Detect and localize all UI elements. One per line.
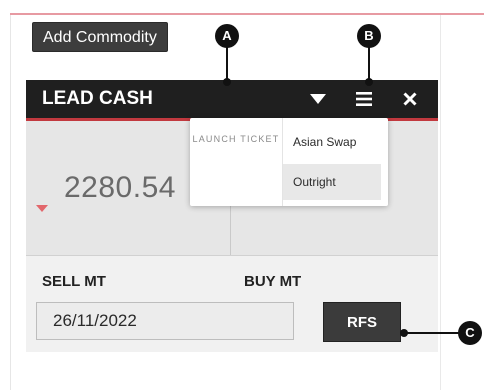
widget-titlebar: LEAD CASH <box>26 80 438 118</box>
left-border <box>10 15 11 390</box>
close-icon[interactable] <box>400 89 420 109</box>
callout-b-badge: B <box>357 24 381 48</box>
launch-ticket-section: LAUNCH TICKET <box>190 118 283 206</box>
price-value: 2280.54 <box>64 171 176 204</box>
pane-divider-horizontal <box>26 255 438 256</box>
menu-item-outright[interactable]: Outright <box>283 164 381 200</box>
add-commodity-button[interactable]: Add Commodity <box>32 22 168 52</box>
callout-a-dot <box>223 78 231 86</box>
buy-label: BUY MT <box>244 273 302 290</box>
chevron-down-icon[interactable] <box>308 89 328 109</box>
date-field[interactable] <box>36 302 294 340</box>
sell-label: SELL MT <box>42 273 106 290</box>
rfs-button[interactable]: RFS <box>323 302 401 342</box>
callout-b-dot <box>365 78 373 86</box>
callout-a-badge: A <box>215 24 239 48</box>
widget-title: LEAD CASH <box>42 88 153 109</box>
callout-c-badge: C <box>458 321 482 345</box>
launch-ticket-menu: LAUNCH TICKET Asian Swap Outright <box>190 118 388 206</box>
callout-c-dot <box>400 329 408 337</box>
menu-item-asian-swap[interactable]: Asian Swap <box>283 124 381 160</box>
menu-icon[interactable] <box>354 89 374 109</box>
callout-c-line <box>404 332 460 334</box>
price-down-icon <box>36 205 48 212</box>
top-accent-rule <box>10 13 484 15</box>
launch-ticket-label: LAUNCH TICKET <box>192 134 280 144</box>
